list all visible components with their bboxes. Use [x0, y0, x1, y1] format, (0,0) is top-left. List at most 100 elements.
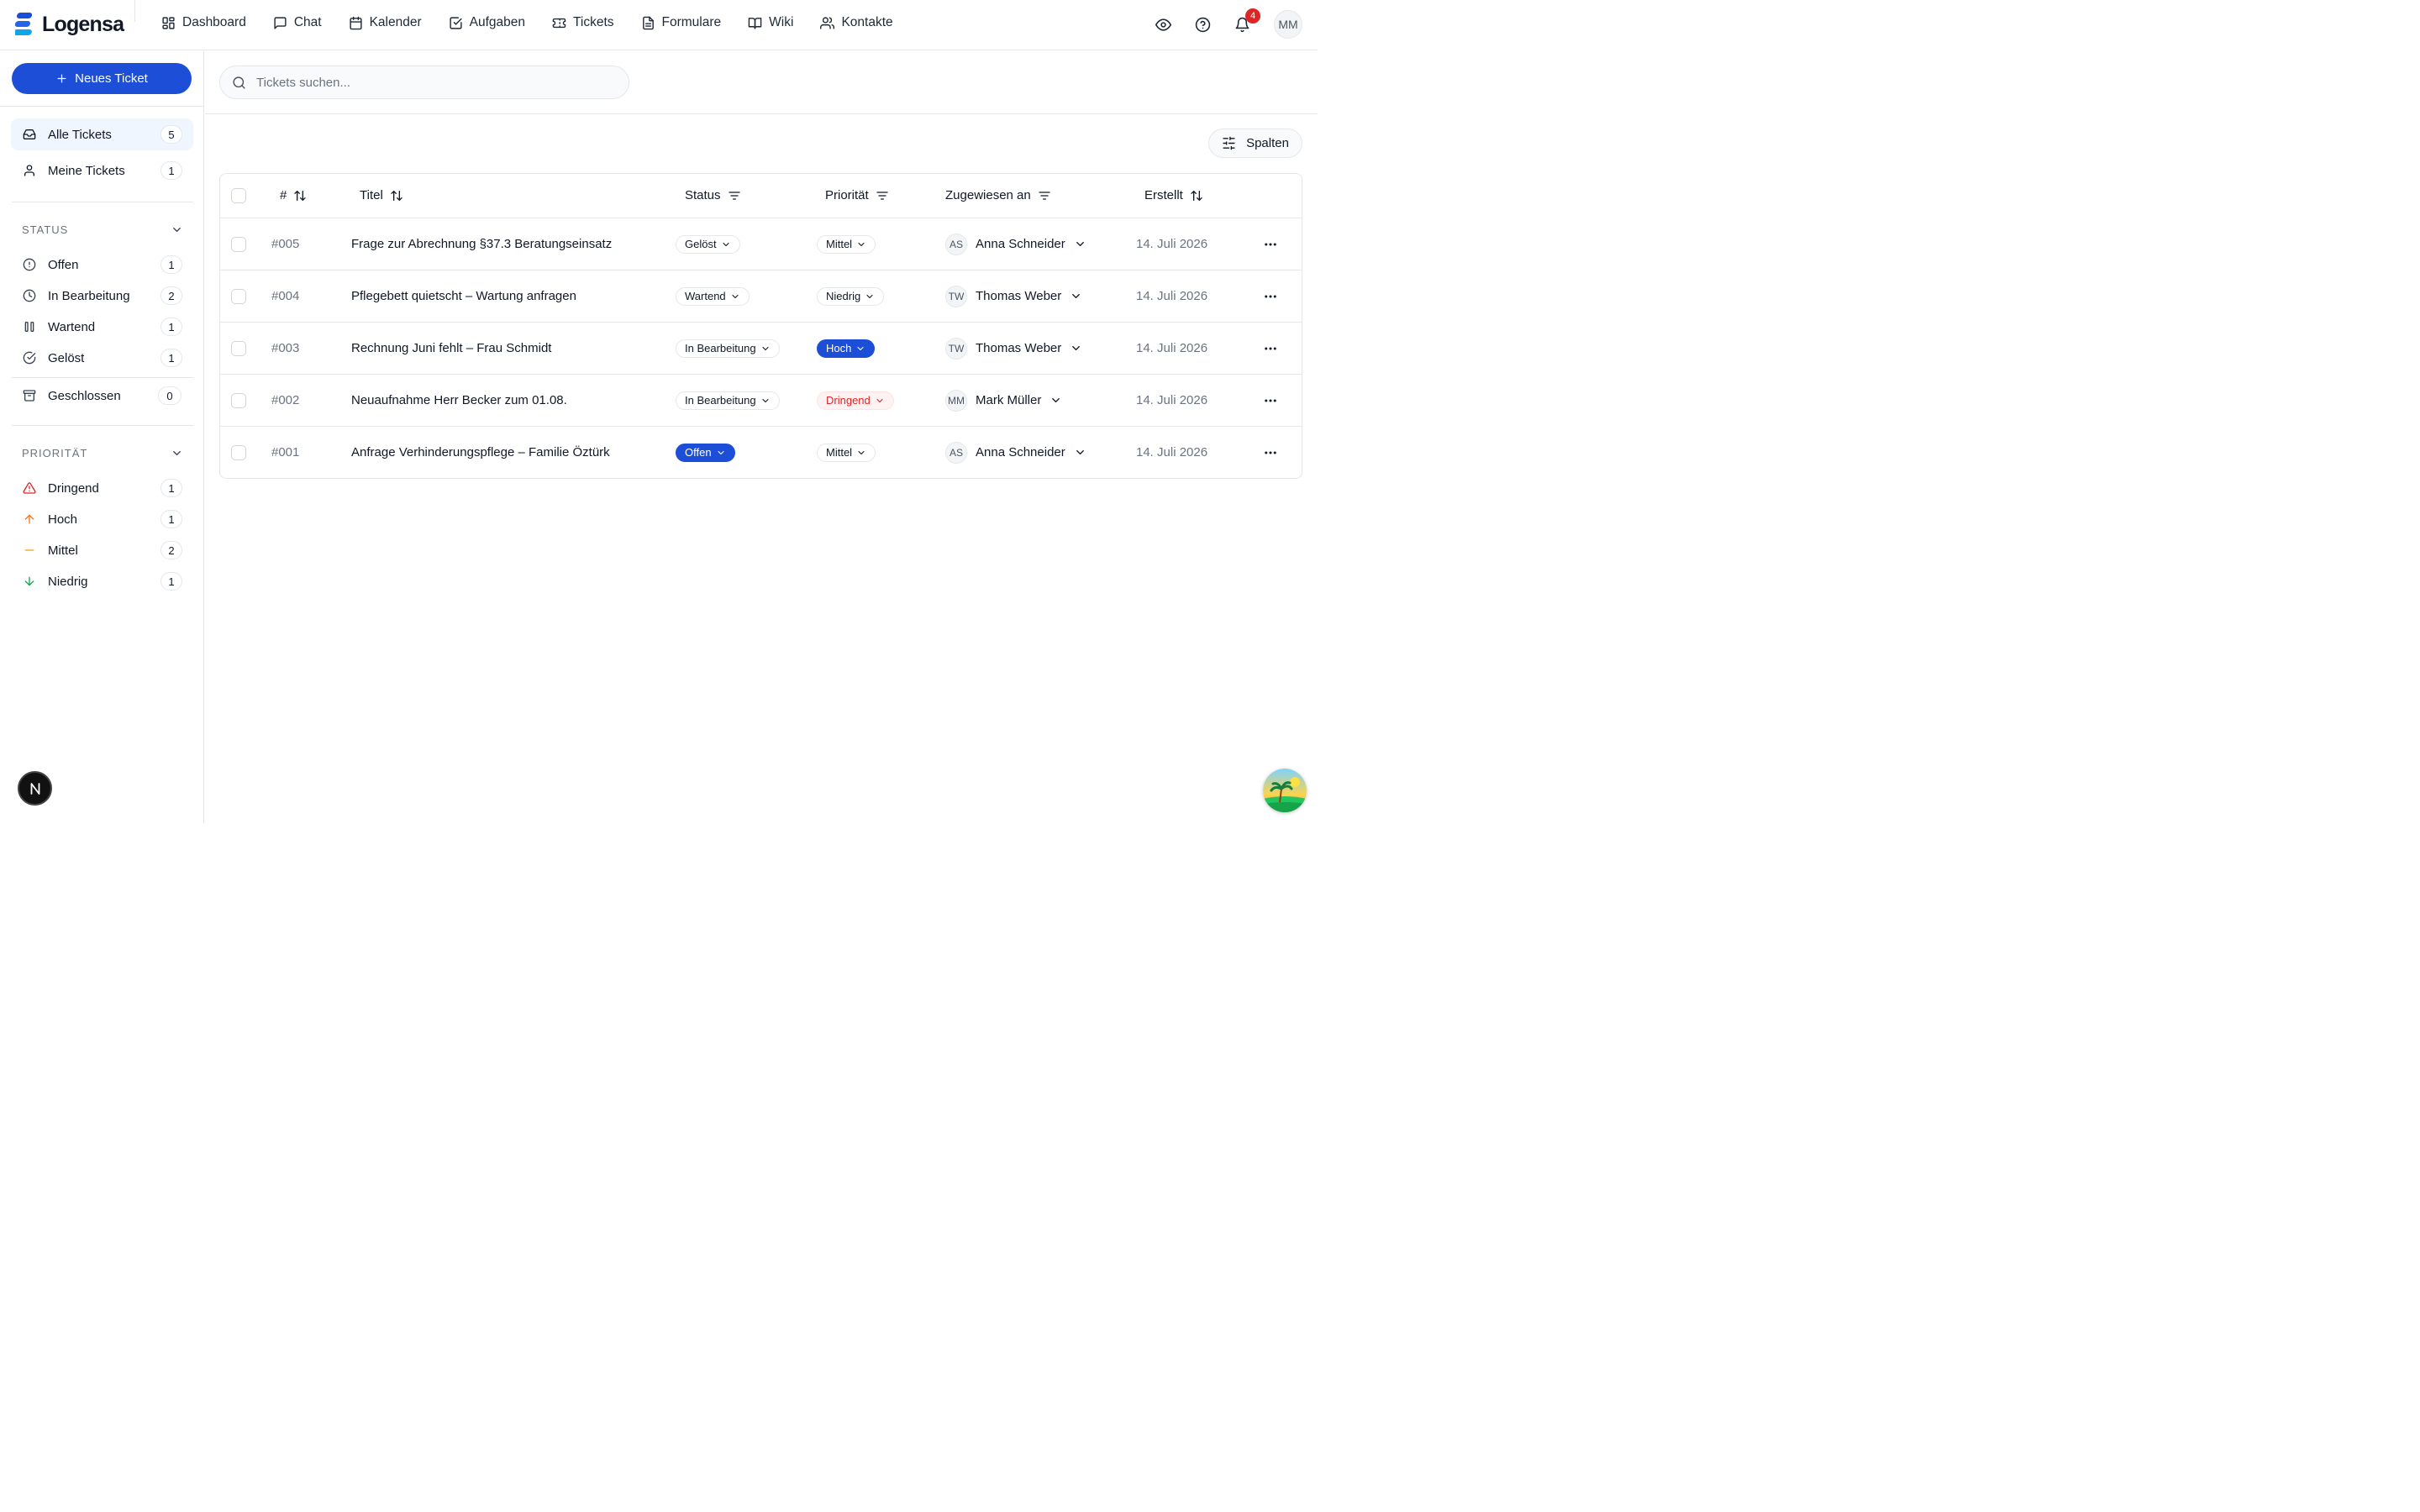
sidebar-item-label: Wartend [48, 319, 96, 334]
search-input[interactable] [255, 74, 611, 91]
column-header-created[interactable]: Erstellt [1144, 188, 1203, 202]
assignee-dropdown[interactable]: TW Thomas Weber [945, 337, 1082, 360]
status-dropdown[interactable]: Gelöst [676, 234, 740, 254]
column-header-status-label: Status [685, 188, 721, 202]
vacation-widget-button[interactable] [1263, 769, 1307, 812]
table-row[interactable]: #005 Frage zur Abrechnung §37.3 Beratung… [220, 218, 1302, 270]
created-date: 14. Juli 2026 [1136, 445, 1208, 459]
sidebar-item-geschlossen[interactable]: Geschlossen 0 [11, 380, 193, 412]
assignee-dropdown[interactable]: AS Anna Schneider [945, 233, 1086, 255]
column-header-priority[interactable]: Priorität [825, 188, 889, 202]
row-checkbox[interactable] [231, 237, 246, 252]
sidebar-item-alle-tickets[interactable]: Alle Tickets 5 [11, 118, 193, 150]
sidebar-item-label: In Bearbeitung [48, 288, 130, 303]
status-dropdown[interactable]: Wartend [676, 286, 750, 306]
new-ticket-button[interactable]: Neues Ticket [12, 63, 192, 94]
column-header-assignee[interactable]: Zugewiesen an [945, 188, 1051, 202]
sidebar-item-wartend[interactable]: Wartend 1 [11, 311, 193, 343]
row-actions-button[interactable] [1263, 375, 1278, 426]
priority-section-header[interactable]: PRIORITÄT [22, 447, 183, 459]
sidebar-item-offen[interactable]: Offen 1 [11, 249, 193, 281]
nav-tickets[interactable]: Tickets [552, 15, 614, 30]
priority-dropdown[interactable]: Mittel [817, 234, 876, 254]
chevron-down-icon [173, 451, 181, 455]
sidebar-item-in-bearbeitung[interactable]: In Bearbeitung 2 [11, 280, 193, 312]
table-row[interactable]: #003 Rechnung Juni fehlt – Frau Schmidt … [220, 323, 1302, 375]
column-header-title[interactable]: Titel [360, 188, 403, 202]
columns-button[interactable]: Spalten [1208, 129, 1302, 158]
ticket-title[interactable]: Anfrage Verhinderungspflege – Familie Öz… [351, 427, 610, 478]
priority-dropdown[interactable]: Dringend [817, 391, 894, 410]
column-header-priority-label: Priorität [825, 188, 869, 202]
nav-chat-label: Chat [293, 15, 322, 29]
preview-button[interactable] [1155, 17, 1171, 33]
nav-aufgaben[interactable]: Aufgaben [449, 15, 525, 30]
chevron-down-icon [1076, 242, 1084, 246]
nav-kalender[interactable]: Kalender [349, 15, 422, 30]
user-avatar[interactable]: MM [1274, 10, 1302, 39]
status-dropdown[interactable]: Offen [676, 443, 735, 462]
table-row[interactable]: #002 Neuaufnahme Herr Becker zum 01.08. … [220, 375, 1302, 427]
row-checkbox[interactable] [231, 393, 246, 408]
assignee-dropdown[interactable]: MM Mark Müller [945, 389, 1062, 412]
sidebar-item-count: 1 [160, 255, 182, 274]
nav-wiki[interactable]: Wiki [748, 15, 793, 30]
row-actions-button[interactable] [1263, 427, 1278, 478]
nav-tickets-label: Tickets [573, 15, 614, 29]
sidebar-item-dringend[interactable]: Dringend 1 [11, 472, 193, 504]
chevron-down-icon [858, 242, 865, 246]
priority-cell: Mittel [817, 427, 876, 478]
ticket-id: #001 [271, 445, 300, 459]
select-all-checkbox[interactable] [231, 188, 246, 203]
sidebar-item-mittel[interactable]: Mittel 2 [11, 534, 193, 566]
ticket-title[interactable]: Pflegebett quietscht – Wartung anfragen [351, 270, 576, 322]
nav-formulare[interactable]: Formulare [641, 15, 721, 30]
sidebar-item-meine-tickets[interactable]: Meine Tickets 1 [11, 155, 193, 186]
row-checkbox[interactable] [231, 289, 246, 304]
nav-kontakte[interactable]: Kontakte [820, 15, 893, 30]
priority-dropdown[interactable]: Niedrig [817, 286, 885, 306]
ticket-title[interactable]: Frage zur Abrechnung §37.3 Beratungseins… [351, 218, 612, 270]
help-button[interactable] [1195, 17, 1211, 33]
nav-chat[interactable]: Chat [273, 15, 322, 30]
assignee-cell: AS Anna Schneider [945, 427, 1086, 478]
ticket-title[interactable]: Rechnung Juni fehlt – Frau Schmidt [351, 323, 551, 374]
chevron-down-icon [1076, 450, 1084, 454]
column-header-status[interactable]: Status [685, 188, 741, 202]
assignee-name: Anna Schneider [976, 445, 1065, 459]
clock-icon [23, 289, 36, 302]
row-actions-button[interactable] [1263, 323, 1278, 374]
sidebar-item-niedrig[interactable]: Niedrig 1 [11, 565, 193, 597]
sidebar-item-geloest[interactable]: Gelöst 1 [11, 342, 193, 374]
ticket-search[interactable] [219, 66, 629, 99]
chevron-down-icon [866, 294, 873, 298]
sidebar-divider [12, 377, 193, 378]
table-row[interactable]: #001 Anfrage Verhinderungspflege – Famil… [220, 427, 1302, 479]
status-section-header[interactable]: STATUS [22, 223, 183, 236]
sidebar-item-hoch[interactable]: Hoch 1 [11, 503, 193, 535]
table-row[interactable]: #004 Pflegebett quietscht – Wartung anfr… [220, 270, 1302, 323]
priority-dropdown[interactable]: Mittel [817, 443, 876, 462]
more-horizontal-icon [1265, 295, 1276, 297]
priority-dropdown[interactable]: Hoch [817, 339, 876, 358]
app-logo[interactable]: Logensa [15, 12, 124, 37]
row-checkbox[interactable] [231, 445, 246, 460]
column-header-id[interactable]: # [280, 188, 307, 202]
assignee-dropdown[interactable]: AS Anna Schneider [945, 441, 1086, 464]
row-actions-button[interactable] [1263, 218, 1278, 270]
assignee-cell: AS Anna Schneider [945, 218, 1086, 270]
framework-dev-button[interactable] [18, 771, 52, 806]
status-dropdown[interactable]: In Bearbeitung [676, 339, 780, 358]
columns-button-label: Spalten [1246, 136, 1289, 150]
nav-wiki-label: Wiki [769, 15, 794, 29]
assignee-cell: MM Mark Müller [945, 375, 1062, 426]
row-checkbox[interactable] [231, 341, 246, 356]
assignee-dropdown[interactable]: TW Thomas Weber [945, 285, 1082, 307]
row-actions-button[interactable] [1263, 270, 1278, 322]
search-icon [233, 76, 245, 89]
nav-dashboard[interactable]: Dashboard [161, 15, 246, 30]
notifications-button[interactable]: 4 [1234, 8, 1260, 33]
status-dropdown[interactable]: In Bearbeitung [676, 391, 780, 410]
ticket-title[interactable]: Neuaufnahme Herr Becker zum 01.08. [351, 375, 567, 426]
column-header-id-label: # [280, 188, 287, 202]
